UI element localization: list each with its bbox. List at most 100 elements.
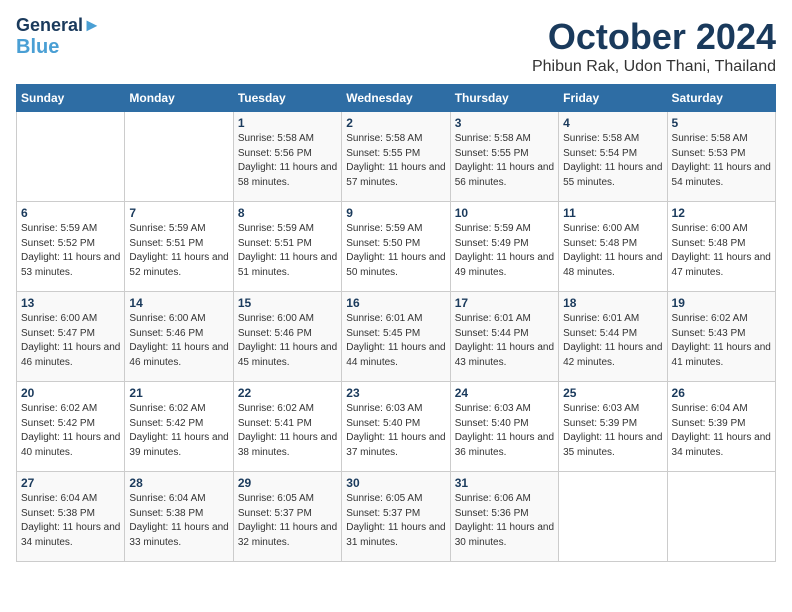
day-number: 22 xyxy=(238,386,337,400)
calendar-cell: 5 Sunrise: 5:58 AMSunset: 5:53 PMDaylight… xyxy=(667,112,775,202)
weekday-header-friday: Friday xyxy=(559,85,667,112)
calendar-cell: 8 Sunrise: 5:59 AMSunset: 5:51 PMDaylight… xyxy=(233,202,341,292)
day-number: 8 xyxy=(238,206,337,220)
day-info: Sunrise: 5:59 AMSunset: 5:51 PMDaylight:… xyxy=(238,222,337,280)
day-number: 16 xyxy=(346,296,445,310)
day-info: Sunrise: 5:59 AMSunset: 5:51 PMDaylight:… xyxy=(129,222,228,280)
day-number: 21 xyxy=(129,386,228,400)
day-number: 13 xyxy=(21,296,120,310)
day-number: 6 xyxy=(21,206,120,220)
calendar-cell: 26 Sunrise: 6:04 AMSunset: 5:39 PMDayligh… xyxy=(667,382,775,472)
day-number: 17 xyxy=(455,296,554,310)
weekday-header-wednesday: Wednesday xyxy=(342,85,450,112)
page-header: General► Blue October 2024 Phibun Rak, U… xyxy=(16,16,776,76)
day-info: Sunrise: 6:01 AMSunset: 5:44 PMDaylight:… xyxy=(455,312,554,370)
day-number: 27 xyxy=(21,476,120,490)
calendar-cell: 7 Sunrise: 5:59 AMSunset: 5:51 PMDaylight… xyxy=(125,202,233,292)
calendar-cell xyxy=(667,472,775,562)
day-number: 18 xyxy=(563,296,662,310)
day-info: Sunrise: 6:00 AMSunset: 5:48 PMDaylight:… xyxy=(563,222,662,280)
day-number: 15 xyxy=(238,296,337,310)
calendar-cell: 17 Sunrise: 6:01 AMSunset: 5:44 PMDayligh… xyxy=(450,292,558,382)
calendar-cell: 30 Sunrise: 6:05 AMSunset: 5:37 PMDayligh… xyxy=(342,472,450,562)
calendar-week-row: 27 Sunrise: 6:04 AMSunset: 5:38 PMDayligh… xyxy=(17,472,776,562)
calendar-cell xyxy=(125,112,233,202)
calendar-cell: 29Sunrise: 6:05 AMSunset: 5:37 PMDayligh… xyxy=(233,472,341,562)
calendar-cell: 12 Sunrise: 6:00 AMSunset: 5:48 PMDayligh… xyxy=(667,202,775,292)
calendar-cell: 11 Sunrise: 6:00 AMSunset: 5:48 PMDayligh… xyxy=(559,202,667,292)
day-number: 4 xyxy=(563,116,662,130)
calendar-cell: 20 Sunrise: 6:02 AMSunset: 5:42 PMDayligh… xyxy=(17,382,125,472)
weekday-header-tuesday: Tuesday xyxy=(233,85,341,112)
location-title: Phibun Rak, Udon Thani, Thailand xyxy=(532,58,776,76)
day-info: Sunrise: 6:02 AMSunset: 5:42 PMDaylight:… xyxy=(21,402,120,460)
day-info: Sunrise: 6:04 AMSunset: 5:38 PMDaylight:… xyxy=(21,492,120,550)
weekday-header-row: SundayMondayTuesdayWednesdayThursdayFrid… xyxy=(17,85,776,112)
calendar-week-row: 1 Sunrise: 5:58 AMSunset: 5:56 PMDaylight… xyxy=(17,112,776,202)
calendar-cell xyxy=(17,112,125,202)
day-info: Sunrise: 6:02 AMSunset: 5:41 PMDaylight:… xyxy=(238,402,337,460)
calendar-cell: 3 Sunrise: 5:58 AMSunset: 5:55 PMDaylight… xyxy=(450,112,558,202)
calendar-cell: 4 Sunrise: 5:58 AMSunset: 5:54 PMDaylight… xyxy=(559,112,667,202)
calendar-cell: 21Sunrise: 6:02 AMSunset: 5:42 PMDayligh… xyxy=(125,382,233,472)
day-number: 3 xyxy=(455,116,554,130)
calendar-cell: 6 Sunrise: 5:59 AMSunset: 5:52 PMDaylight… xyxy=(17,202,125,292)
day-info: Sunrise: 6:04 AMSunset: 5:39 PMDaylight:… xyxy=(672,402,771,460)
day-info: Sunrise: 5:59 AMSunset: 5:50 PMDaylight:… xyxy=(346,222,445,280)
calendar-cell: 31 Sunrise: 6:06 AMSunset: 5:36 PMDayligh… xyxy=(450,472,558,562)
logo-text: General► xyxy=(16,16,101,36)
day-number: 26 xyxy=(672,386,771,400)
day-number: 23 xyxy=(346,386,445,400)
day-number: 12 xyxy=(672,206,771,220)
day-number: 20 xyxy=(21,386,120,400)
day-info: Sunrise: 6:00 AMSunset: 5:48 PMDaylight:… xyxy=(672,222,771,280)
weekday-header-thursday: Thursday xyxy=(450,85,558,112)
day-info: Sunrise: 5:58 AMSunset: 5:55 PMDaylight:… xyxy=(455,132,554,190)
calendar-cell: 13Sunrise: 6:00 AMSunset: 5:47 PMDayligh… xyxy=(17,292,125,382)
day-info: Sunrise: 6:05 AMSunset: 5:37 PMDaylight:… xyxy=(238,492,337,550)
day-number: 25 xyxy=(563,386,662,400)
day-number: 1 xyxy=(238,116,337,130)
calendar-week-row: 13Sunrise: 6:00 AMSunset: 5:47 PMDayligh… xyxy=(17,292,776,382)
day-info: Sunrise: 6:06 AMSunset: 5:36 PMDaylight:… xyxy=(455,492,554,550)
day-number: 10 xyxy=(455,206,554,220)
day-info: Sunrise: 5:58 AMSunset: 5:54 PMDaylight:… xyxy=(563,132,662,190)
day-info: Sunrise: 5:59 AMSunset: 5:52 PMDaylight:… xyxy=(21,222,120,280)
calendar-cell: 28Sunrise: 6:04 AMSunset: 5:38 PMDayligh… xyxy=(125,472,233,562)
logo-text2: Blue xyxy=(16,36,59,58)
calendar-cell: 24 Sunrise: 6:03 AMSunset: 5:40 PMDayligh… xyxy=(450,382,558,472)
weekday-header-monday: Monday xyxy=(125,85,233,112)
day-number: 2 xyxy=(346,116,445,130)
day-info: Sunrise: 5:58 AMSunset: 5:53 PMDaylight:… xyxy=(672,132,771,190)
day-info: Sunrise: 5:58 AMSunset: 5:56 PMDaylight:… xyxy=(238,132,337,190)
calendar-table: SundayMondayTuesdayWednesdayThursdayFrid… xyxy=(16,84,776,562)
calendar-cell xyxy=(559,472,667,562)
calendar-week-row: 20 Sunrise: 6:02 AMSunset: 5:42 PMDayligh… xyxy=(17,382,776,472)
calendar-cell: 23 Sunrise: 6:03 AMSunset: 5:40 PMDayligh… xyxy=(342,382,450,472)
day-number: 11 xyxy=(563,206,662,220)
day-info: Sunrise: 6:01 AMSunset: 5:45 PMDaylight:… xyxy=(346,312,445,370)
day-number: 30 xyxy=(346,476,445,490)
calendar-cell: 19Sunrise: 6:02 AMSunset: 5:43 PMDayligh… xyxy=(667,292,775,382)
logo: General► Blue xyxy=(16,16,101,58)
calendar-cell: 9 Sunrise: 5:59 AMSunset: 5:50 PMDaylight… xyxy=(342,202,450,292)
calendar-cell: 27 Sunrise: 6:04 AMSunset: 5:38 PMDayligh… xyxy=(17,472,125,562)
calendar-cell: 18 Sunrise: 6:01 AMSunset: 5:44 PMDayligh… xyxy=(559,292,667,382)
day-number: 31 xyxy=(455,476,554,490)
day-info: Sunrise: 6:03 AMSunset: 5:40 PMDaylight:… xyxy=(346,402,445,460)
day-number: 28 xyxy=(129,476,228,490)
day-number: 5 xyxy=(672,116,771,130)
calendar-cell: 25Sunrise: 6:03 AMSunset: 5:39 PMDayligh… xyxy=(559,382,667,472)
day-info: Sunrise: 6:00 AMSunset: 5:46 PMDaylight:… xyxy=(238,312,337,370)
day-info: Sunrise: 6:03 AMSunset: 5:40 PMDaylight:… xyxy=(455,402,554,460)
calendar-cell: 1 Sunrise: 5:58 AMSunset: 5:56 PMDaylight… xyxy=(233,112,341,202)
day-info: Sunrise: 5:59 AMSunset: 5:49 PMDaylight:… xyxy=(455,222,554,280)
calendar-cell: 22 Sunrise: 6:02 AMSunset: 5:41 PMDayligh… xyxy=(233,382,341,472)
day-number: 7 xyxy=(129,206,228,220)
day-info: Sunrise: 6:05 AMSunset: 5:37 PMDaylight:… xyxy=(346,492,445,550)
day-info: Sunrise: 6:00 AMSunset: 5:46 PMDaylight:… xyxy=(129,312,228,370)
day-info: Sunrise: 6:01 AMSunset: 5:44 PMDaylight:… xyxy=(563,312,662,370)
calendar-cell: 10 Sunrise: 5:59 AMSunset: 5:49 PMDayligh… xyxy=(450,202,558,292)
day-number: 9 xyxy=(346,206,445,220)
day-number: 24 xyxy=(455,386,554,400)
